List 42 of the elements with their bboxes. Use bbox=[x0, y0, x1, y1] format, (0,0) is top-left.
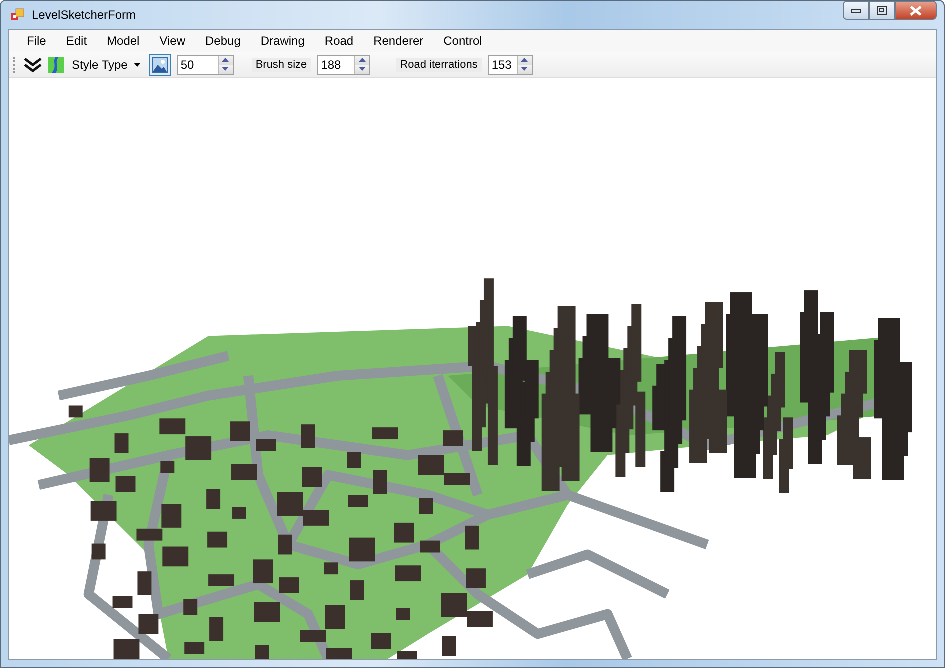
number-field[interactable]: 50 bbox=[176, 54, 234, 74]
picture-icon bbox=[152, 56, 168, 72]
spin-up-button[interactable] bbox=[218, 56, 233, 64]
picture-button[interactable] bbox=[148, 54, 171, 76]
spin-up-button[interactable] bbox=[355, 56, 370, 64]
road-iterations-label: Road iterrations bbox=[396, 58, 482, 72]
chevron-icon[interactable] bbox=[24, 56, 42, 72]
up-arrow-icon bbox=[358, 58, 366, 62]
up-arrow-icon bbox=[222, 58, 230, 62]
menu-item[interactable]: Road bbox=[314, 34, 364, 48]
style-type-dropdown[interactable]: Style Type bbox=[70, 58, 143, 72]
menu-item[interactable]: Renderer bbox=[364, 34, 434, 48]
down-arrow-icon bbox=[222, 67, 230, 71]
minimize-icon bbox=[851, 8, 861, 12]
number-field-input[interactable]: 50 bbox=[178, 56, 218, 74]
brush-size-field[interactable]: 188 bbox=[317, 54, 370, 74]
minimize-button[interactable] bbox=[843, 1, 869, 20]
brush-size-field-input[interactable]: 188 bbox=[318, 56, 354, 74]
menu-item[interactable]: Control bbox=[434, 34, 492, 48]
menu-item[interactable]: Edit bbox=[56, 34, 98, 48]
down-arrow-icon bbox=[521, 67, 528, 71]
spin-up-button[interactable] bbox=[518, 56, 532, 64]
restore-icon bbox=[877, 6, 887, 15]
spin-down-button[interactable] bbox=[218, 64, 233, 74]
down-arrow-icon bbox=[358, 67, 366, 71]
spin-down-button[interactable] bbox=[518, 64, 532, 74]
caret-icon bbox=[134, 62, 141, 66]
menu-item[interactable]: File bbox=[17, 34, 56, 48]
brush-size-label: Brush size bbox=[252, 58, 312, 72]
menu-item[interactable]: Debug bbox=[196, 34, 251, 48]
close-button[interactable] bbox=[895, 1, 937, 20]
window-title: LevelSketcherForm bbox=[32, 8, 138, 22]
close-icon bbox=[910, 6, 922, 16]
app-icon bbox=[10, 7, 26, 23]
road-iterations-field[interactable]: 153 bbox=[488, 54, 533, 74]
road-iterations-field-input[interactable]: 153 bbox=[488, 56, 517, 74]
menu-item[interactable]: View bbox=[150, 34, 196, 48]
menu-item[interactable]: Drawing bbox=[250, 34, 315, 48]
map-icon[interactable] bbox=[48, 56, 64, 72]
maximize-button[interactable] bbox=[869, 1, 895, 20]
menu-item[interactable]: Model bbox=[97, 34, 150, 48]
up-arrow-icon bbox=[521, 58, 528, 62]
